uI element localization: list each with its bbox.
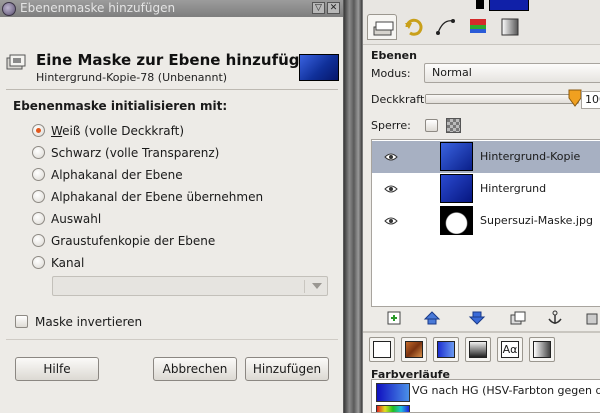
tab-gradients[interactable]: [433, 337, 459, 362]
dialog-subheading: Hintergrund-Kopie-78 (Unbenannt): [36, 71, 228, 84]
cancel-button[interactable]: Abbrechen: [153, 357, 237, 381]
delete-layer-icon[interactable]: [583, 310, 600, 326]
layer-name: Supersuzi-Maske.jpg: [480, 214, 593, 227]
tab-palettes[interactable]: [465, 337, 491, 362]
tab-layers[interactable]: [367, 14, 397, 40]
lock-label: Sperre:: [371, 119, 411, 132]
gradient-swatch[interactable]: [376, 405, 410, 412]
brush-icon: [373, 341, 391, 358]
gradients-list: VG nach HG (HSV-Farbton gegen den: [371, 379, 600, 413]
layers-icon: [373, 21, 394, 36]
window-title: Ebenenmaske hinzufügen: [20, 1, 176, 15]
opacity-label: Deckkraft:: [371, 93, 428, 106]
layer-row[interactable]: Hintergrund: [372, 173, 600, 205]
gradient-icon: [501, 18, 519, 36]
gimp-app-icon: [2, 2, 16, 16]
radio-label: Auswahl: [51, 212, 102, 226]
combo-divider: [304, 280, 305, 293]
add-button[interactable]: Hinzufügen: [245, 357, 329, 381]
layer-mask-icon: [6, 54, 26, 70]
layer-thumbnail: [440, 206, 473, 235]
lock-pixels-checkbox[interactable]: [425, 119, 438, 132]
radio-button[interactable]: [32, 124, 45, 137]
layer-row[interactable]: Supersuzi-Maske.jpg: [372, 205, 600, 237]
gradient-swatch[interactable]: [376, 383, 410, 402]
dialog-heading: Eine Maske zur Ebene hinzufügen: [36, 51, 321, 69]
raise-layer-icon[interactable]: [423, 310, 441, 326]
add-layer-mask-dialog: Ebenenmaske hinzufügen ▽ ✕ Eine Maske zu…: [0, 0, 344, 413]
radio-label: Weiß (volle Deckkraft): [51, 124, 185, 138]
eye-visibility-icon[interactable]: [384, 184, 398, 194]
radio-label: Graustufenkopie der Ebene: [51, 234, 216, 248]
opacity-slider[interactable]: [425, 94, 579, 104]
lock-alpha-icon[interactable]: [446, 118, 461, 133]
help-button[interactable]: Hilfe: [15, 357, 99, 381]
tab-channels[interactable]: [463, 14, 493, 40]
chevron-down-icon[interactable]: [312, 283, 322, 289]
radio-label: Alphakanal der Ebene: [51, 168, 183, 182]
tab-fonts[interactable]: Aα: [497, 337, 523, 362]
layer-name: Hintergrund: [480, 182, 547, 195]
tab-extra[interactable]: [529, 337, 555, 362]
channels-icon: [470, 19, 486, 33]
tab-brushes[interactable]: [369, 337, 395, 362]
layers-panel-title: Ebenen: [371, 49, 417, 62]
shade-window-icon[interactable]: ▽: [312, 2, 325, 14]
palette-icon: [469, 341, 487, 358]
opacity-slider-fill: [426, 95, 578, 103]
undo-history-icon: [405, 18, 423, 36]
canvas-background-strip: [344, 0, 362, 413]
tab-undo[interactable]: [399, 14, 429, 40]
dock-tabbar: [363, 0, 600, 45]
layers-dock: Ebenen Modus: Normal Deckkraft: 100 Sper…: [362, 0, 600, 413]
init-mask-section-label: Ebenenmaske initialisieren mit:: [13, 99, 228, 113]
layer-buttons-bar: [371, 308, 600, 330]
gradient-tab-icon: [437, 341, 455, 358]
invert-mask-label: Maske invertieren: [35, 315, 143, 329]
radio-button[interactable]: [32, 212, 45, 225]
active-color-swatch[interactable]: [489, 0, 529, 11]
duplicate-layer-icon[interactable]: [509, 310, 527, 326]
eye-visibility-icon[interactable]: [384, 216, 398, 226]
tab-paths[interactable]: [431, 14, 461, 40]
layer-preview-thumbnail: [299, 54, 339, 81]
layer-thumbnail: [440, 174, 473, 203]
tab-patterns[interactable]: [401, 337, 427, 362]
layers-list: Hintergrund-Kopie Hintergrund Supersuzi-…: [371, 139, 600, 307]
header-divider: [6, 89, 338, 90]
mode-label: Modus:: [371, 67, 411, 80]
tab-gradient-editor[interactable]: [495, 14, 525, 40]
layer-row[interactable]: Hintergrund-Kopie: [372, 141, 600, 173]
radio-label: Schwarz (volle Transparenz): [51, 146, 220, 160]
radio-button[interactable]: [32, 146, 45, 159]
gradient-name[interactable]: VG nach HG (HSV-Farbton gegen den: [412, 384, 600, 397]
radio-label: Kanal: [51, 256, 85, 270]
layer-thumbnail: [440, 142, 473, 171]
layer-mode-select[interactable]: Normal: [424, 63, 600, 83]
paths-icon: [436, 19, 455, 35]
invert-mask-checkbox[interactable]: [15, 315, 28, 328]
radio-button[interactable]: [32, 168, 45, 181]
radio-button[interactable]: [32, 234, 45, 247]
radio-button[interactable]: [32, 190, 45, 203]
opacity-value-field[interactable]: 100: [581, 91, 600, 109]
dialog-header: Eine Maske zur Ebene hinzufügen Hintergr…: [0, 17, 344, 84]
close-window-icon[interactable]: ✕: [327, 2, 340, 14]
lower-layer-icon[interactable]: [468, 310, 486, 326]
eye-visibility-icon[interactable]: [384, 152, 398, 162]
dialog-titlebar[interactable]: Ebenenmaske hinzufügen ▽ ✕: [0, 0, 343, 17]
gradient-icon: [533, 341, 551, 358]
new-layer-icon[interactable]: [385, 310, 403, 326]
layer-name: Hintergrund-Kopie: [480, 150, 581, 163]
fonts-icon: Aα: [501, 341, 519, 358]
pattern-icon: [405, 341, 423, 358]
fg-color-mini: [476, 0, 484, 9]
radio-label: Alphakanal der Ebene übernehmen: [51, 190, 264, 204]
channel-select[interactable]: [52, 276, 328, 296]
buttons-divider: [6, 339, 338, 340]
anchor-layer-icon[interactable]: [546, 310, 564, 326]
radio-button[interactable]: [32, 256, 45, 269]
dock-divider: [363, 331, 600, 333]
